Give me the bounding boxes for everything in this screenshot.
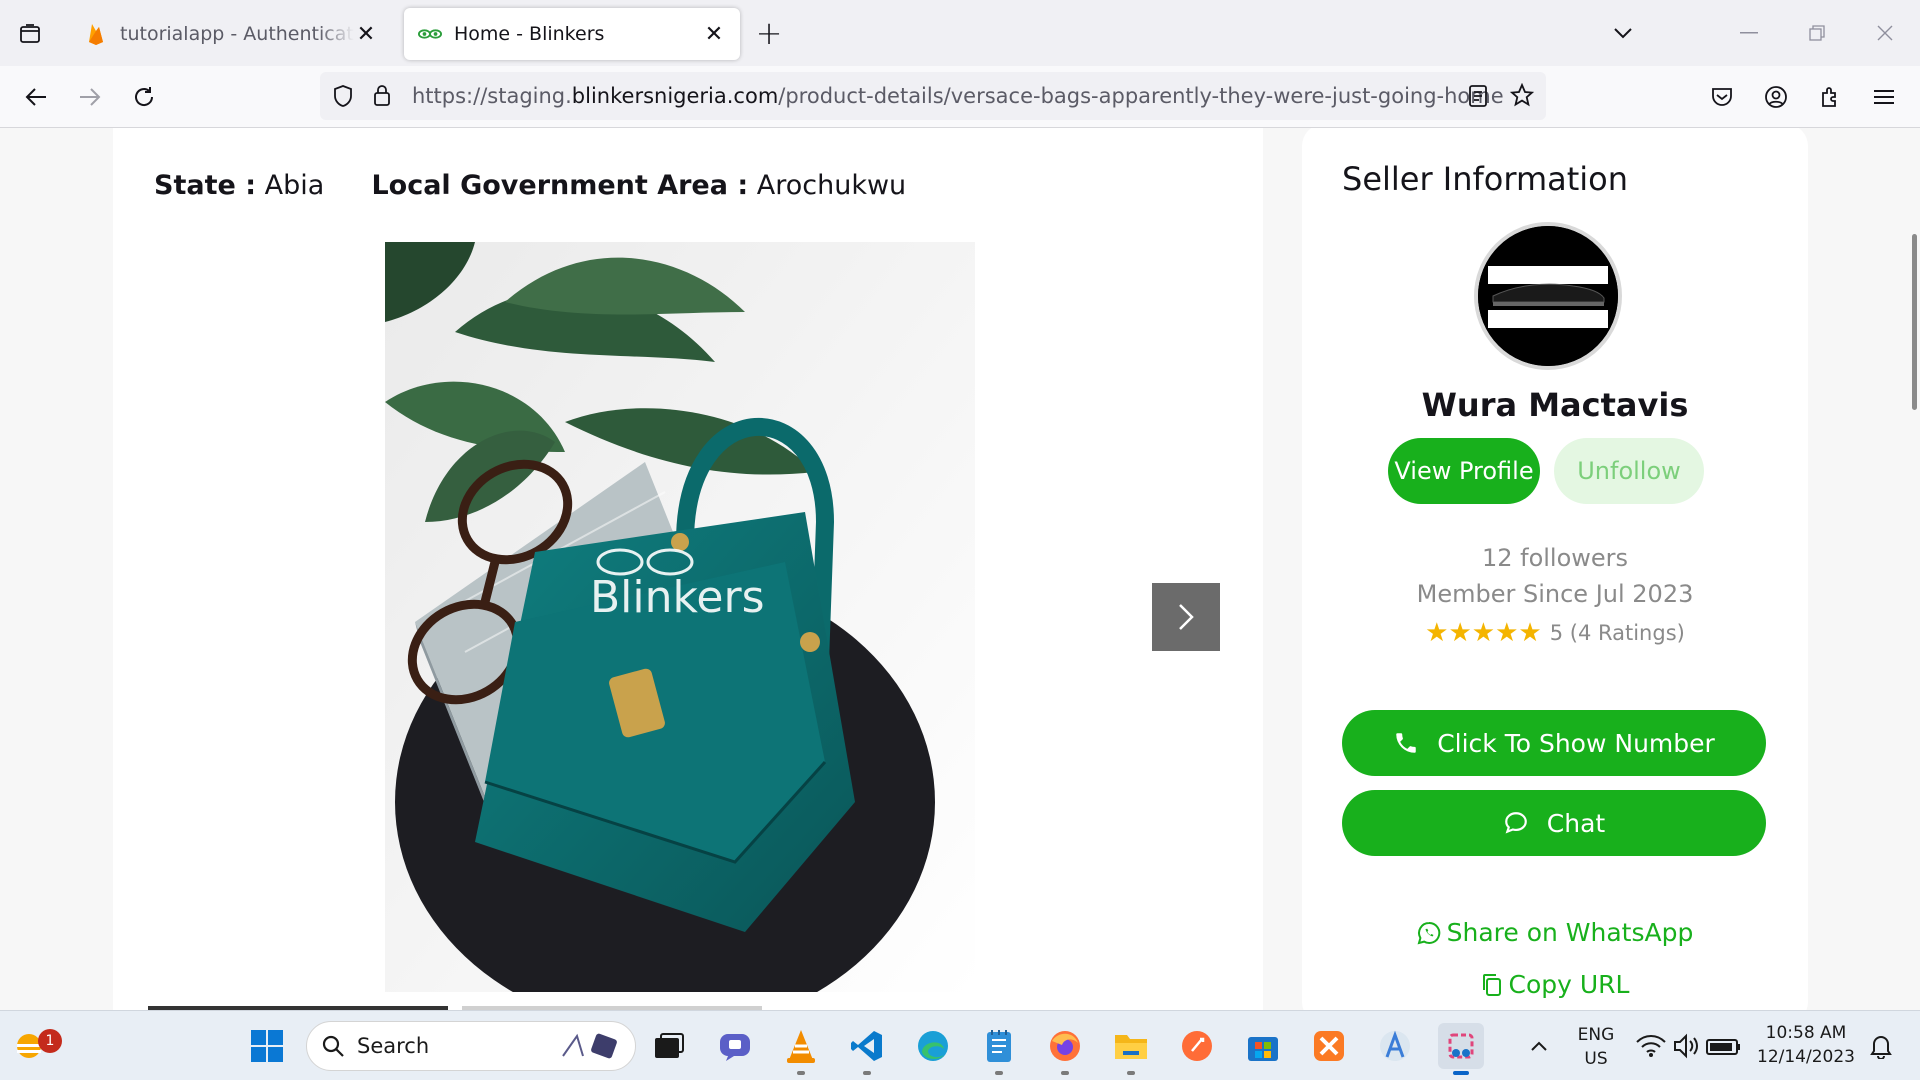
android-studio-icon[interactable] xyxy=(1372,1023,1418,1069)
notification-bell-icon[interactable] xyxy=(1858,1023,1904,1069)
system-tray[interactable] xyxy=(1630,1023,1750,1069)
lga-value: Arochukwu xyxy=(756,170,907,201)
postman-icon[interactable] xyxy=(1174,1023,1220,1069)
show-number-button[interactable]: Click To Show Number xyxy=(1342,710,1766,776)
xampp-icon[interactable] xyxy=(1306,1023,1352,1069)
url-text[interactable]: https://staging.blinkersnigeria.com/prod… xyxy=(412,72,1504,120)
time: 10:58 AM xyxy=(1765,1023,1847,1043)
next-image-button[interactable] xyxy=(1152,583,1220,651)
url-bar[interactable]: https://staging.blinkersnigeria.com/prod… xyxy=(320,72,1546,120)
wifi-icon xyxy=(1636,1035,1666,1057)
language-indicator[interactable]: ENG US xyxy=(1574,1023,1618,1071)
scrollbar-thumb[interactable] xyxy=(1912,234,1917,410)
notepad-icon[interactable] xyxy=(976,1023,1022,1075)
show-number-label: Click To Show Number xyxy=(1437,728,1715,758)
minimize-icon[interactable] xyxy=(1732,16,1766,50)
blinkers-logo-icon xyxy=(418,22,442,46)
restore-icon[interactable] xyxy=(1800,16,1834,50)
date: 12/14/2023 xyxy=(1757,1047,1855,1067)
tab-title: Home - Blinkers xyxy=(454,23,605,45)
close-window-icon[interactable] xyxy=(1868,16,1902,50)
product-image[interactable]: Blinkers xyxy=(385,242,975,992)
lga-label: Local Government Area : xyxy=(371,170,749,201)
new-tab-button[interactable]: + xyxy=(752,17,786,52)
star-rating-icon: ★★★★★ xyxy=(1425,618,1542,648)
seller-avatar[interactable] xyxy=(1474,222,1622,370)
taskbar-search[interactable]: Search xyxy=(306,1021,636,1071)
snipping-tool-icon[interactable] xyxy=(1438,1023,1484,1075)
chevron-down-icon[interactable] xyxy=(1606,16,1640,50)
search-label: Search xyxy=(357,1034,430,1058)
back-arrow-icon[interactable] xyxy=(18,79,54,115)
bookmark-star-icon[interactable] xyxy=(1509,82,1535,111)
copy-url-link[interactable]: Copy URL xyxy=(1302,970,1808,999)
member-since: Member Since Jul 2023 xyxy=(1416,580,1694,608)
view-profile-button[interactable]: View Profile xyxy=(1388,438,1540,504)
share-whatsapp-link[interactable]: Share on WhatsApp xyxy=(1302,918,1808,947)
firefox-icon[interactable] xyxy=(1042,1023,1088,1075)
volume-icon xyxy=(1674,1033,1698,1059)
tab-firebase[interactable]: tutorialapp - Authentication - Firebase … xyxy=(70,8,392,60)
windows-start-icon[interactable] xyxy=(244,1023,290,1069)
close-tab-icon[interactable]: ✕ xyxy=(354,22,378,47)
chevron-up-icon[interactable] xyxy=(1516,1023,1562,1069)
vlc-icon[interactable] xyxy=(778,1023,824,1075)
chat-label: Chat xyxy=(1546,808,1606,838)
tab-strip: tutorialapp - Authentication - Firebase … xyxy=(0,0,1920,66)
weather-widget-icon[interactable]: 1 xyxy=(8,1023,62,1069)
account-icon[interactable] xyxy=(1758,79,1794,115)
tab-blinkers[interactable]: Home - Blinkers ✕ xyxy=(404,8,740,60)
extensions-icon[interactable] xyxy=(1812,79,1848,115)
page-content: State : Abia Local Government Area : Aro… xyxy=(0,128,1920,1010)
tracking-shield-icon[interactable] xyxy=(332,84,354,112)
tab-title: tutorialapp - Authentication - Firebase xyxy=(120,23,354,45)
seller-info-heading: Seller Information xyxy=(1342,160,1629,198)
followers-count: 12 followers xyxy=(1481,544,1629,572)
watermark-text: Blinkers xyxy=(590,572,765,623)
forward-arrow-icon[interactable] xyxy=(72,79,108,115)
microsoft-store-icon[interactable] xyxy=(1240,1023,1286,1069)
windows-taskbar: 1 Search ENG US 10:58 AM 12/14/2023 xyxy=(0,1010,1920,1080)
firebase-icon xyxy=(84,22,108,46)
vscode-icon[interactable] xyxy=(844,1023,890,1075)
pocket-icon[interactable] xyxy=(1704,79,1740,115)
state-value: Abia xyxy=(264,170,325,201)
location-row: State : Abia Local Government Area : Aro… xyxy=(154,170,906,201)
notification-badge: 1 xyxy=(38,1029,62,1053)
chat-button[interactable]: Chat xyxy=(1342,790,1766,856)
close-tab-icon[interactable]: ✕ xyxy=(702,22,726,47)
bing-highlight-icon xyxy=(559,1030,621,1066)
chevron-right-icon xyxy=(1179,604,1194,630)
clock[interactable]: 10:58 AM 12/14/2023 xyxy=(1756,1021,1856,1069)
seller-name: Wura Mactavis xyxy=(1421,386,1689,424)
phone-icon xyxy=(1396,733,1416,753)
reader-view-icon[interactable] xyxy=(1468,84,1488,112)
navigation-toolbar: https://staging.blinkersnigeria.com/prod… xyxy=(0,66,1920,128)
edge-icon[interactable] xyxy=(910,1023,956,1069)
menu-hamburger-icon[interactable] xyxy=(1866,79,1902,115)
seller-information-card: Seller Information Wura Mactavis View Pr… xyxy=(1302,128,1808,1010)
whatsapp-icon xyxy=(1417,921,1440,944)
unfollow-button[interactable]: Unfollow xyxy=(1554,438,1704,504)
reload-icon[interactable] xyxy=(126,79,162,115)
battery-icon xyxy=(1706,1039,1740,1055)
file-explorer-icon[interactable] xyxy=(1108,1023,1154,1075)
teams-chat-icon[interactable] xyxy=(712,1023,758,1069)
lock-icon[interactable] xyxy=(372,83,392,111)
state-label: State : xyxy=(154,170,256,201)
seller-rating: ★★★★★ 5 (4 Ratings) xyxy=(1302,618,1808,648)
tab-list-icon[interactable] xyxy=(14,18,46,50)
search-icon xyxy=(322,1035,344,1057)
task-view-icon[interactable] xyxy=(646,1023,692,1069)
chat-bubble-icon xyxy=(1504,812,1527,834)
page-scrollbar[interactable] xyxy=(1908,128,1920,1010)
copy-icon xyxy=(1482,973,1501,996)
rating-text: 5 (4 Ratings) xyxy=(1549,621,1685,645)
